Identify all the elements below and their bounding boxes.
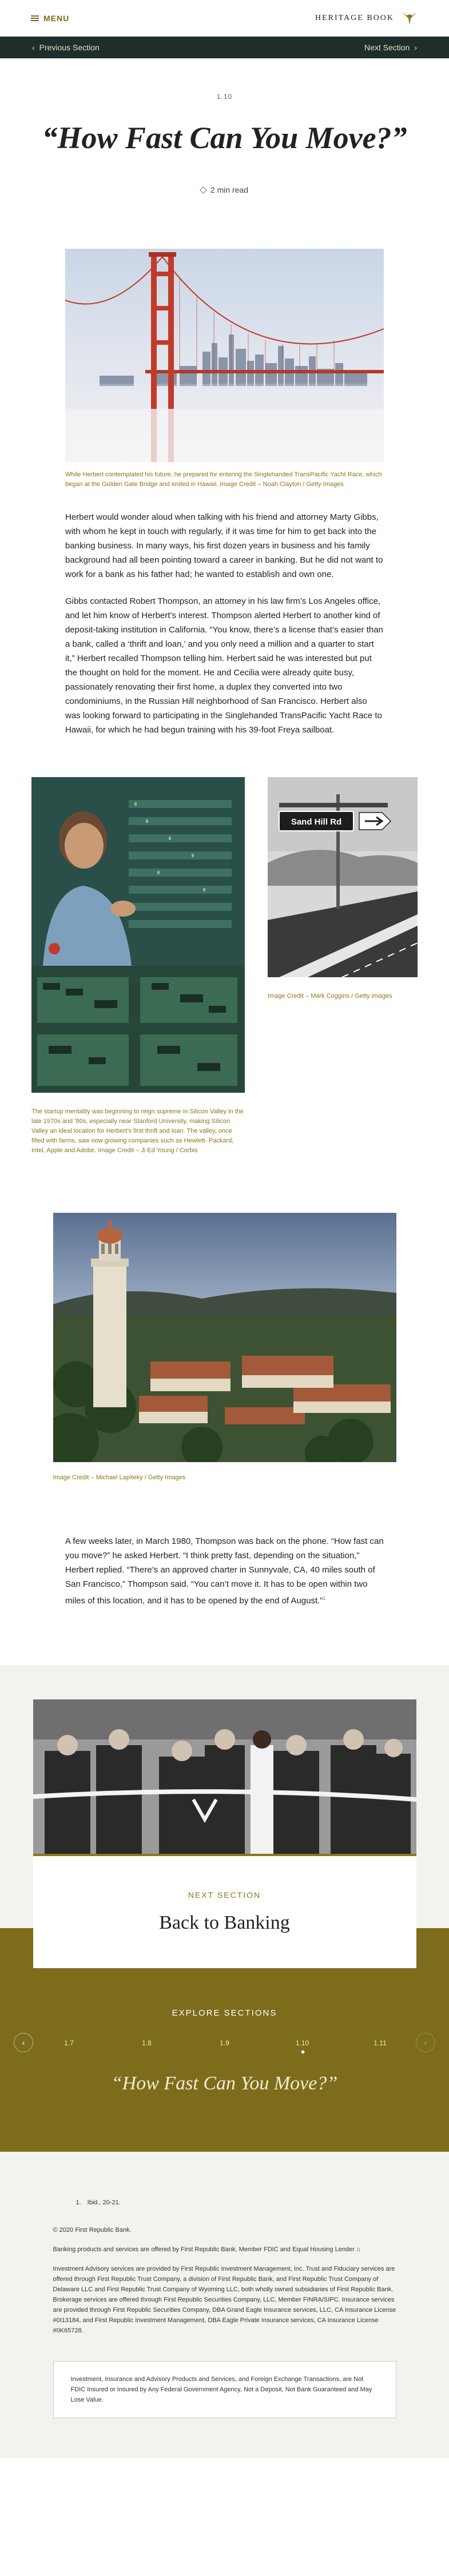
chevron-left-icon: ‹ (32, 43, 35, 52)
section-item[interactable]: 1.8 (108, 2039, 186, 2047)
paragraph-text: A few weeks later, in March 1980, Thomps… (65, 1536, 384, 1606)
footnote: 1. Ibid., 20-21. (76, 2199, 121, 2206)
section-navigation: ‹ Previous Section Next Section › (0, 37, 449, 58)
disclaimer: Investment Advisory services are provide… (53, 2266, 396, 2334)
next-section-area: NEXT SECTION Back to Banking (0, 1665, 449, 1968)
diamond-icon (200, 186, 207, 194)
sand-hill-road-photo: Sand Hill Rd (268, 777, 418, 980)
brand[interactable]: HERITAGE BOOK (315, 11, 418, 26)
next-section-label: NEXT SECTION (188, 1890, 261, 1900)
disclaimer: Investment, Insurance and Advisory Produ… (70, 2376, 372, 2403)
street-sign-text: Sand Hill Rd (291, 817, 341, 827)
section-number: 1.10 (216, 93, 233, 101)
disclaimer: Banking products and services are offere… (53, 2244, 396, 2255)
disclaimer-text: Banking products and services are offere… (53, 2246, 355, 2253)
sand-hill-road-caption: Image Credit – Mark Coggins / Getty Imag… (268, 993, 392, 1000)
golden-gate-bridge-photo (65, 249, 384, 462)
menu-button[interactable]: MENU (31, 14, 69, 23)
chevron-right-icon: › (414, 43, 417, 52)
section-item-active[interactable]: 1.10 (264, 2039, 341, 2047)
top-header: MENU HERITAGE BOOK (0, 0, 449, 37)
paragraph: Herbert would wonder aloud when talking … (65, 512, 383, 579)
eagle-logo-icon (401, 11, 418, 26)
gold-divider (33, 1854, 416, 1856)
footnote-reference[interactable]: 1 (323, 1595, 325, 1601)
copyright: © 2020 First Republic Bank. (53, 2227, 132, 2233)
previous-section-label: Previous Section (39, 43, 100, 52)
next-section-card[interactable]: NEXT SECTION Back to Banking (33, 1699, 416, 1968)
next-section-title: Back to Banking (159, 1912, 290, 1933)
carousel-next-button[interactable]: › (416, 2033, 435, 2052)
read-time: 2 min read (0, 185, 449, 194)
investment-disclaimer-box: Investment, Insurance and Advisory Produ… (53, 2361, 396, 2418)
paragraph: Gibbs contacted Robert Thompson, an atto… (65, 596, 383, 735)
section-item[interactable]: 1.7 (30, 2039, 108, 2047)
ribbon-cutting-photo (33, 1699, 416, 1854)
footer: 1. Ibid., 20-21. © 2020 First Republic B… (0, 2152, 449, 2458)
campus-caption: Image Credit – Michael Lapiteky / Getty … (53, 1474, 186, 1481)
next-section-link[interactable]: Next Section › (364, 43, 417, 52)
section-item[interactable]: 1.11 (341, 2039, 419, 2047)
next-section-label: Next Section (364, 43, 410, 52)
circuit-board-worker-photo (31, 777, 245, 1096)
section-item[interactable]: 1.9 (186, 2039, 264, 2047)
page-title: “How Fast Can You Move?” (42, 121, 407, 155)
circuit-board-caption: The startup mentality was beginning to r… (31, 1108, 244, 1154)
explore-heading: EXPLORE SECTIONS (172, 2008, 277, 2018)
hoover-tower-campus-photo (41, 1213, 396, 1470)
hero-caption: While Herbert contemplated his future, h… (65, 471, 382, 488)
brand-title: HERITAGE BOOK (315, 13, 394, 22)
read-time-label: 2 min read (210, 185, 249, 194)
previous-section-link[interactable]: ‹ Previous Section (32, 43, 100, 52)
current-section-title[interactable]: “How Fast Can You Move?” (0, 2073, 449, 2095)
equal-housing-icon: ⌂ (356, 2246, 360, 2253)
hamburger-icon (31, 15, 39, 21)
menu-label: MENU (43, 13, 70, 23)
paragraph: A few weeks later, in March 1980, Thomps… (65, 1534, 384, 1608)
section-carousel: ‹ 1.7 1.8 1.9 1.10 1.11 › (0, 2033, 449, 2052)
